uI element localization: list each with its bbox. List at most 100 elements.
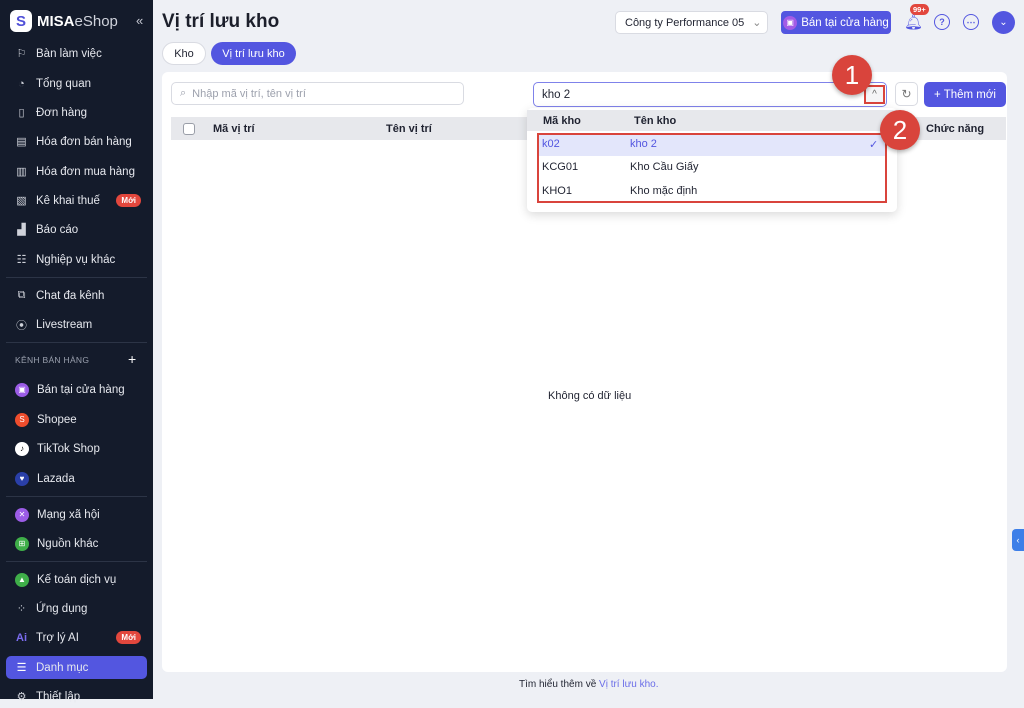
refresh-button[interactable]: ↻ [895, 82, 918, 106]
label: Nghiệp vụ khác [36, 253, 116, 266]
bell-icon[interactable]: 🔔︎ [904, 13, 923, 31]
annotation-highlight-box [537, 133, 887, 203]
sidebar-item-lazada[interactable]: ♥ Lazada [6, 467, 147, 490]
list-icon: ☷ [16, 254, 27, 266]
annotation-step-2: 2 [880, 110, 920, 150]
sidebar-item-danh-muc[interactable]: ☰ Danh mục [6, 656, 147, 679]
logo[interactable]: S MISAeShop [10, 10, 118, 32]
add-new-button[interactable]: + Thêm mới [924, 82, 1006, 107]
label: Danh mục [36, 661, 89, 674]
sidebar-item-chat-da-kenh[interactable]: ⧉ Chat đa kênh [6, 284, 147, 307]
store-icon: ▣ [783, 15, 798, 30]
tiktok-icon: ♪ [15, 441, 29, 456]
column-chuc-nang: Chức năng [926, 122, 985, 135]
company-select[interactable]: Công ty Performance 05 ⌄ [615, 11, 768, 34]
chat-icon: ⧉ [17, 289, 26, 301]
label: Livestream [36, 318, 93, 331]
tab-vi-tri-luu-kho[interactable]: Vị trí lưu kho [211, 42, 296, 65]
apps-icon: ⁘ [16, 603, 27, 615]
tax-icon: ▧ [16, 195, 27, 207]
new-badge: Mới [116, 194, 141, 207]
search-placeholder: Nhập mã vị trí, tên vị trí [192, 87, 306, 100]
channels-header: KÊNH BÁN HÀNG [15, 355, 90, 365]
chart-icon: ▟ [17, 224, 26, 236]
invoice-icon: ▤ [16, 136, 27, 148]
notification-badge: 99+ [910, 4, 929, 15]
help-icon[interactable]: ? [934, 14, 950, 30]
sidebar-item-shopee[interactable]: S Shopee [6, 408, 147, 431]
pos-button[interactable]: ▣ Bán tại cửa hàng [781, 11, 891, 34]
logo-text: MISA [37, 12, 75, 30]
sidebar-item-bao-cao[interactable]: ▟ Báo cáo [6, 218, 147, 241]
chevron-down-icon: ⌄ [752, 17, 762, 29]
footer-text: Tìm hiểu thêm về [519, 679, 600, 690]
page-title: Vị trí lưu kho [162, 11, 280, 32]
misa-logo-icon: S [10, 10, 32, 32]
label: Kế toán dịch vụ [37, 573, 117, 586]
desk-icon: ⚐ [16, 48, 27, 60]
social-icon: ✕ [15, 507, 29, 522]
avatar[interactable]: ⌄ [992, 11, 1015, 34]
label: Ứng dụng [36, 602, 88, 615]
footer-help: Tìm hiểu thêm về Vị trí lưu kho. [519, 679, 659, 690]
livestream-icon: ⦿ [16, 319, 27, 332]
dropdown-header: Mã kho Tên kho [527, 110, 897, 131]
sidebar-item-ban-tai-cua-hang[interactable]: ▣ Bán tại cửa hàng [6, 378, 147, 401]
sidebar-item-ke-khai-thue[interactable]: ▧ Kê khai thuế Mới [6, 189, 147, 212]
order-icon: ▯ [18, 107, 25, 119]
expand-panel-button[interactable]: ‹ [1012, 529, 1024, 551]
sidebar-item-ung-dung[interactable]: ⁘ Ứng dụng [6, 597, 147, 620]
lazada-icon: ♥ [15, 471, 29, 486]
add-channel-button[interactable]: + [128, 351, 136, 367]
warehouse-value: kho 2 [542, 88, 571, 101]
label: Bàn làm việc [36, 47, 102, 60]
more-icon[interactable]: ⋯ [963, 14, 979, 30]
label: Báo cáo [36, 223, 79, 236]
footer-help-link[interactable]: Vị trí lưu kho. [599, 679, 659, 690]
new-badge: Mới [116, 631, 141, 644]
label: Mạng xã hội [37, 508, 100, 521]
dashboard-icon: ◔ [18, 77, 25, 90]
label: Bán tại cửa hàng [37, 383, 125, 396]
column-ma-vi-tri: Mã vị trí [213, 122, 255, 135]
pos-button-label: Bán tại cửa hàng [801, 16, 889, 29]
label: Kê khai thuế [36, 194, 100, 207]
label: Đơn hàng [36, 106, 88, 119]
sidebar-item-hoa-don-mua-hang[interactable]: ▥ Hóa đơn mua hàng [6, 160, 147, 183]
sidebar-item-hoa-don-ban-hang[interactable]: ▤ Hóa đơn bán hàng [6, 130, 147, 153]
label: Hóa đơn bán hàng [36, 135, 132, 148]
label: Trợ lý AI [36, 631, 79, 644]
receipt-icon: ▥ [16, 166, 27, 178]
sidebar-item-ban-lam-viec[interactable]: ⚐ Bàn làm việc [6, 42, 147, 65]
collapse-sidebar-icon[interactable]: « [136, 13, 143, 28]
tab-kho[interactable]: Kho [162, 42, 206, 65]
search-icon: ⌕ [180, 87, 187, 99]
sidebar-item-nghiep-vu-khac[interactable]: ☷ Nghiệp vụ khác [6, 248, 147, 271]
column-ten-kho: Tên kho [634, 115, 677, 127]
sidebar-item-nguon-khac[interactable]: ⊞ Nguồn khác [6, 532, 147, 555]
label: Shopee [37, 413, 77, 426]
sidebar-item-ke-toan-dich-vu[interactable]: ▲ Kế toán dịch vụ [6, 568, 147, 591]
empty-state: Không có dữ liệu [548, 390, 632, 402]
label: Chat đa kênh [36, 289, 105, 302]
list-icon: ☰ [16, 662, 27, 674]
sidebar-item-thiet-lap[interactable]: ⚙ Thiết lập [6, 685, 147, 708]
column-ma-kho: Mã kho [543, 115, 581, 127]
ai-icon: Ai [16, 631, 27, 644]
accounting-icon: ▲ [15, 572, 29, 587]
warehouse-select[interactable]: kho 2 [533, 82, 887, 107]
select-all-checkbox[interactable] [183, 122, 195, 135]
logo-subtext: eShop [74, 12, 118, 30]
sidebar-item-tiktok-shop[interactable]: ♪ TikTok Shop [6, 437, 147, 460]
sidebar-item-tong-quan[interactable]: ◔ Tổng quan [6, 72, 147, 95]
sidebar-item-mang-xa-hoi[interactable]: ✕ Mạng xã hội [6, 503, 147, 526]
sidebar-item-livestream[interactable]: ⦿ Livestream [6, 313, 147, 336]
search-input[interactable]: ⌕ Nhập mã vị trí, tên vị trí [171, 82, 464, 105]
divider [6, 277, 147, 278]
shopee-icon: S [15, 412, 29, 427]
cart-icon: ⊞ [15, 536, 29, 551]
gear-icon: ⚙ [16, 691, 27, 703]
sidebar-item-tro-ly-ai[interactable]: Ai Trợ lý AI Mới [6, 626, 147, 649]
label: Hóa đơn mua hàng [36, 165, 135, 178]
sidebar-item-don-hang[interactable]: ▯ Đơn hàng [6, 101, 147, 124]
